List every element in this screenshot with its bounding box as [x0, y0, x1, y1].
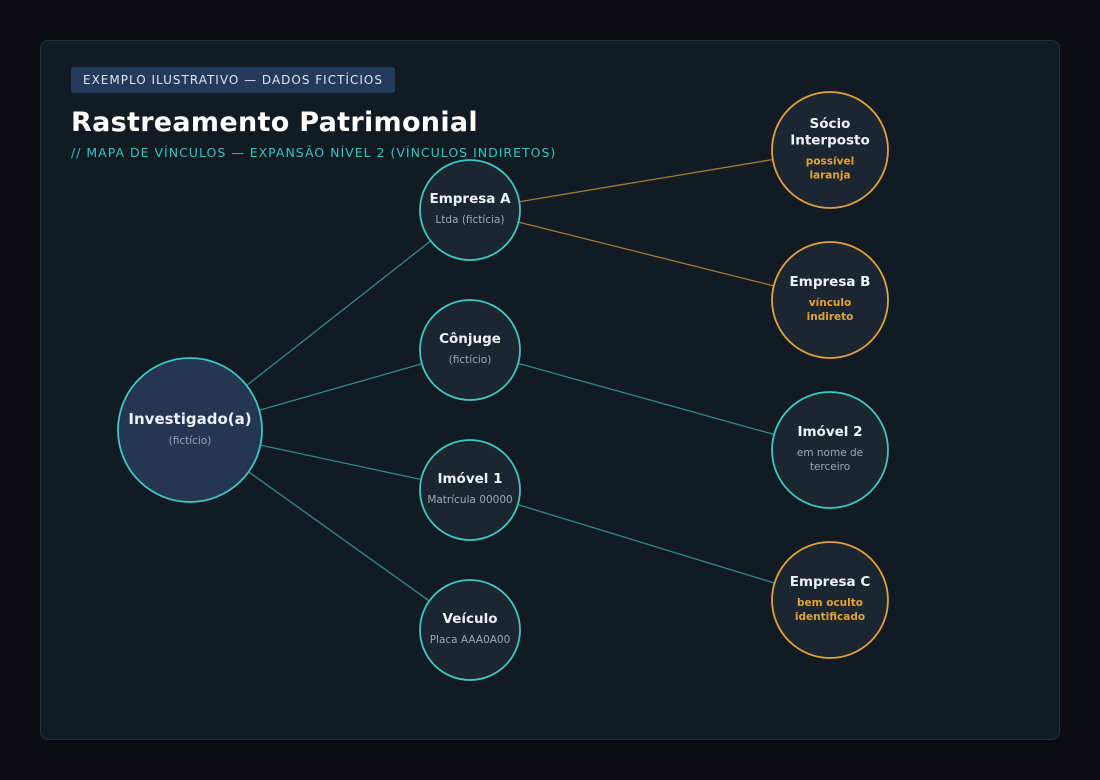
- edge-conjuge-imovel-2: [518, 362, 775, 436]
- edge-investigado-imovel-1: [260, 444, 422, 481]
- node-veiculo[interactable]: Veículo Placa AAA0A00: [419, 579, 521, 681]
- node-title: Imóvel 2: [797, 424, 862, 440]
- node-circle: [419, 159, 521, 261]
- node-title: Empresa A: [429, 191, 511, 207]
- node-title: Cônjuge: [439, 331, 501, 347]
- node-subtitle: Ltda (fictícia): [435, 214, 504, 226]
- node-subtitle: bem oculto: [797, 597, 863, 609]
- node-imovel-1[interactable]: Imóvel 1 Matrícula 00000: [419, 439, 521, 541]
- edge-empresa-a-socio-interposto: [519, 158, 773, 203]
- edge-investigado-veiculo: [248, 471, 430, 602]
- node-title: Interposto: [790, 132, 870, 148]
- edge-investigado-empresa-a: [246, 240, 432, 387]
- node-subtitle: (fictício): [449, 354, 492, 366]
- node-empresa-c[interactable]: Empresa C bem oculto identificado: [771, 541, 889, 659]
- node-subtitle: laranja: [809, 169, 850, 181]
- node-subtitle: vínculo: [809, 297, 851, 309]
- node-circle: [419, 579, 521, 681]
- node-subtitle: indireto: [807, 311, 854, 323]
- node-investigado[interactable]: Investigado(a) (fictício): [117, 357, 263, 503]
- node-title: Empresa C: [790, 574, 871, 590]
- node-title: Sócio: [810, 116, 851, 132]
- node-subtitle: em nome de: [797, 447, 863, 459]
- node-imovel-2[interactable]: Imóvel 2 em nome de terceiro: [771, 391, 889, 509]
- node-subtitle: identificado: [795, 611, 865, 623]
- edge-empresa-a-empresa-b: [518, 221, 774, 287]
- node-circle: [117, 357, 263, 503]
- node-subtitle: Placa AAA0A00: [430, 634, 511, 646]
- node-subtitle: Matrícula 00000: [427, 494, 512, 506]
- node-subtitle: terceiro: [810, 461, 850, 473]
- node-conjuge[interactable]: Cônjuge (fictício): [419, 299, 521, 401]
- node-title: Investigado(a): [128, 410, 251, 428]
- link-map-diagram: Investigado(a) (fictício) Empresa A Ltda (f…: [117, 91, 889, 681]
- node-subtitle: (fictício): [169, 435, 212, 447]
- node-subtitle: possível: [806, 155, 854, 167]
- nodes-layer: Investigado(a) (fictício) Empresa A Ltda (f…: [117, 91, 889, 681]
- node-circle: [771, 91, 889, 209]
- node-title: Veículo: [442, 611, 497, 627]
- node-title: Empresa B: [790, 274, 871, 290]
- edge-imovel-1-empresa-c: [517, 503, 775, 584]
- node-empresa-a[interactable]: Empresa A Ltda (fictícia): [419, 159, 521, 261]
- node-empresa-b[interactable]: Empresa B vínculo indireto: [771, 241, 889, 359]
- node-socio-interposto[interactable]: SócioInterposto possível laranja: [771, 91, 889, 209]
- edge-investigado-conjuge: [259, 363, 423, 411]
- node-circle: [419, 439, 521, 541]
- node-circle: [419, 299, 521, 401]
- node-title: Imóvel 1: [437, 471, 502, 487]
